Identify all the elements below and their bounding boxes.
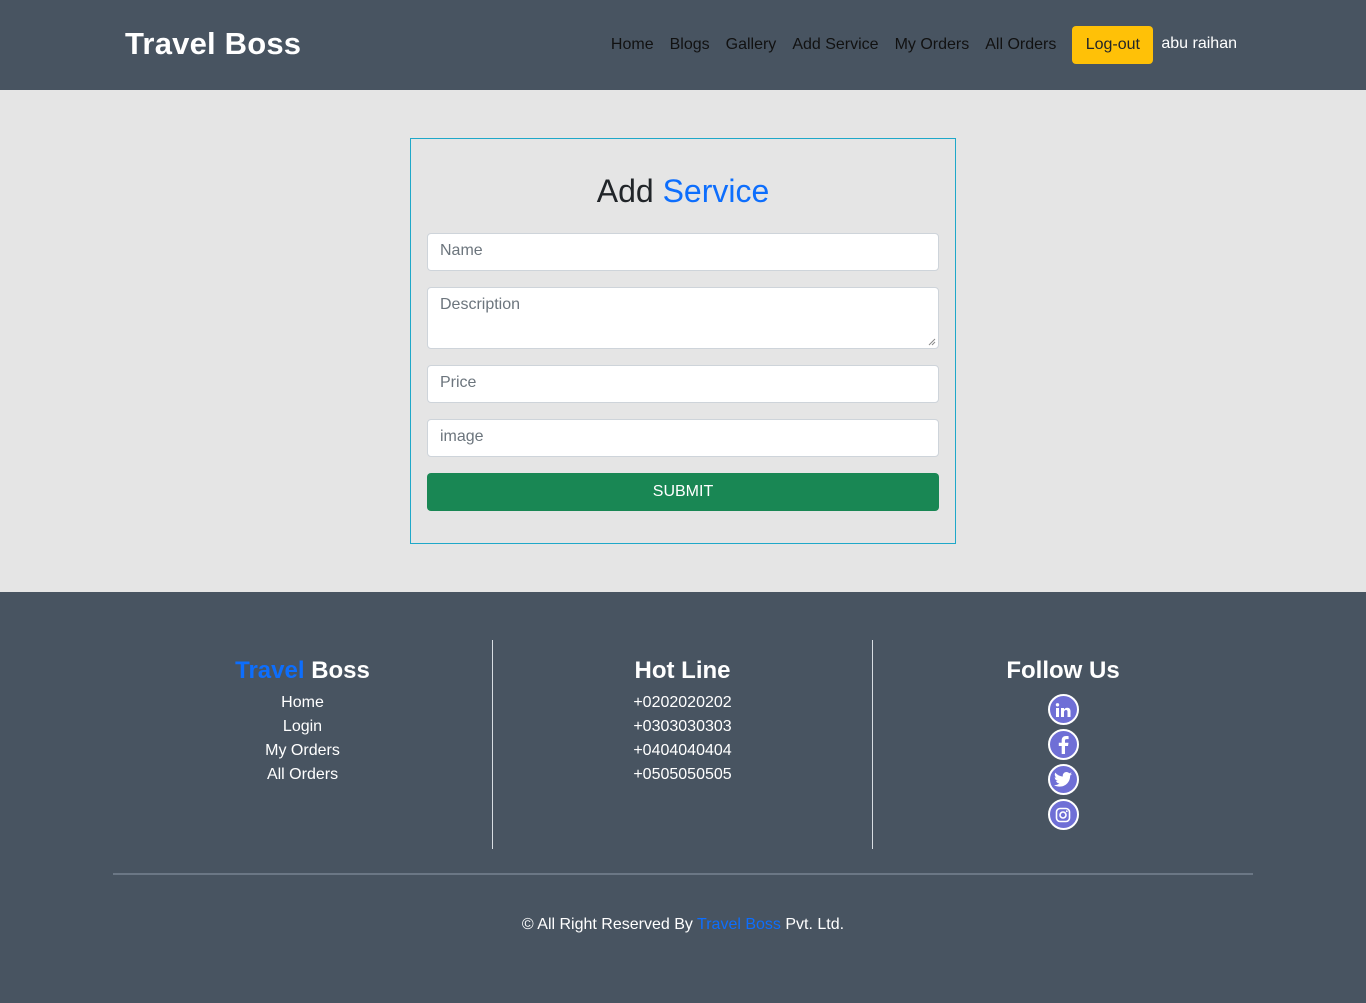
footer-follow-column: Follow Us (873, 640, 1253, 849)
nav-blogs[interactable]: Blogs (670, 36, 710, 54)
nav-my-orders[interactable]: My Orders (895, 36, 970, 54)
description-textarea[interactable]: Description (427, 287, 939, 349)
twitter-icon[interactable] (1047, 764, 1079, 795)
name-input[interactable]: Name (427, 233, 939, 271)
footer-link-my-orders[interactable]: My Orders (113, 739, 492, 763)
description-placeholder: Description (440, 296, 521, 313)
main-nav: Home Blogs Gallery Add Service My Orders… (611, 26, 1237, 64)
user-name: abu raihan (1161, 35, 1237, 52)
copyright-suffix: Pvt. Ltd. (785, 916, 845, 933)
main-content: Add Service Name Description Price image… (0, 90, 1366, 592)
hotline-title: Hot Line (634, 657, 731, 684)
submit-button[interactable]: SUBMIT (427, 473, 939, 511)
hotline-number: +0202020202 (633, 694, 732, 711)
logout-button[interactable]: Log-out (1072, 26, 1154, 64)
form-title: Add Service (411, 173, 955, 210)
nav-add-service[interactable]: Add Service (792, 36, 878, 54)
footer-divider (113, 873, 1253, 875)
hotline-number: +0303030303 (633, 718, 732, 735)
footer-brand: Travel Boss (113, 655, 492, 687)
image-input[interactable]: image (427, 419, 939, 457)
footer-brand-column: Travel Boss Home Login My Orders All Ord… (113, 640, 493, 849)
footer-link-home[interactable]: Home (113, 691, 492, 715)
price-input[interactable]: Price (427, 365, 939, 403)
copyright-prefix: © All Right Reserved By (521, 916, 693, 933)
footer-brand-travel: Travel (235, 657, 305, 684)
nav-home[interactable]: Home (611, 36, 654, 54)
site-brand[interactable]: Travel Boss (125, 26, 301, 62)
nav-all-orders[interactable]: All Orders (985, 36, 1056, 54)
linkedin-icon[interactable] (1047, 694, 1079, 725)
social-links (873, 694, 1253, 834)
hotline-number: +0505050505 (633, 766, 732, 783)
footer-links: Home Login My Orders All Orders (113, 691, 492, 787)
follow-title: Follow Us (1006, 657, 1120, 684)
form-title-add: Add (596, 173, 654, 209)
footer-link-login[interactable]: Login (113, 715, 492, 739)
copyright-brand: Travel Boss (697, 916, 781, 933)
facebook-icon[interactable] (1047, 729, 1079, 760)
site-footer: Travel Boss Home Login My Orders All Ord… (0, 592, 1366, 1003)
add-service-form: Add Service Name Description Price image… (410, 138, 956, 544)
hotline-number: +0404040404 (633, 742, 732, 759)
footer-brand-boss: Boss (311, 657, 370, 684)
instagram-icon[interactable] (1047, 799, 1079, 830)
copyright-text: © All Right Reserved By Travel Boss Pvt.… (0, 916, 1366, 934)
site-header: Travel Boss Home Blogs Gallery Add Servi… (0, 0, 1366, 90)
nav-gallery[interactable]: Gallery (726, 36, 777, 54)
footer-hotline-column: Hot Line +0202020202 +0303030303 +040404… (493, 640, 873, 849)
resize-grip-icon[interactable] (928, 338, 936, 346)
hotline-list: +0202020202 +0303030303 +0404040404 +050… (493, 691, 872, 787)
form-title-service: Service (662, 173, 770, 209)
footer-link-all-orders[interactable]: All Orders (113, 763, 492, 787)
